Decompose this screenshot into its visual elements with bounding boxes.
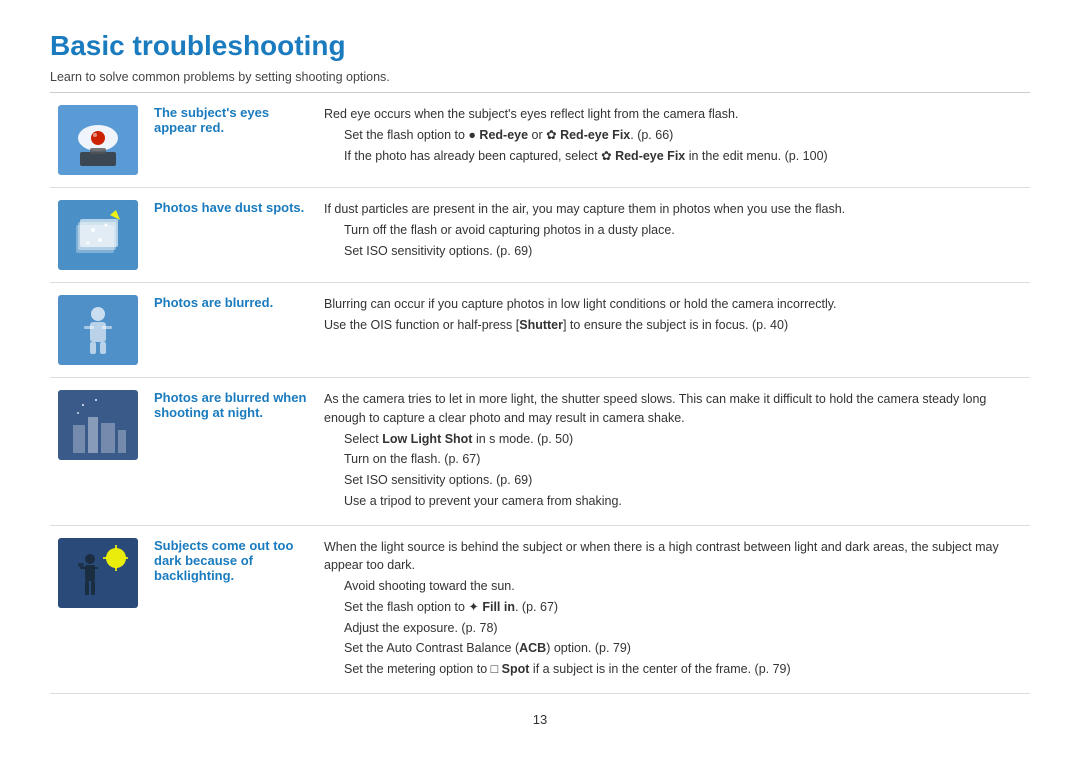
table-row: Photos have dust spots.If dust particles…	[50, 188, 1030, 283]
table-row: Photos are blurred.Blurring can occur if…	[50, 283, 1030, 378]
row-label-dust-spots: Photos have dust spots.	[146, 188, 316, 283]
row-desc-backlight: When the light source is behind the subj…	[316, 525, 1030, 693]
page-number: 13	[50, 712, 1030, 727]
troubleshooting-table: The subject's eyes appear red.Red eye oc…	[50, 93, 1030, 694]
row-image-red-eye	[50, 93, 146, 188]
row-label-blurred: Photos are blurred.	[146, 283, 316, 378]
row-desc-blurred: Blurring can occur if you capture photos…	[316, 283, 1030, 378]
row-label-blurred-night: Photos are blurred when shooting at nigh…	[146, 378, 316, 526]
row-desc-red-eye: Red eye occurs when the subject's eyes r…	[316, 93, 1030, 188]
row-image-blurred	[50, 283, 146, 378]
row-image-dust-spots	[50, 188, 146, 283]
row-desc-blurred-night: As the camera tries to let in more light…	[316, 378, 1030, 526]
row-image-backlight	[50, 525, 146, 693]
row-label-backlight: Subjects come out too dark because of ba…	[146, 525, 316, 693]
table-row: Photos are blurred when shooting at nigh…	[50, 378, 1030, 526]
row-desc-dust-spots: If dust particles are present in the air…	[316, 188, 1030, 283]
page-subtitle: Learn to solve common problems by settin…	[50, 70, 1030, 93]
page-title: Basic troubleshooting	[50, 30, 1030, 62]
table-row: The subject's eyes appear red.Red eye oc…	[50, 93, 1030, 188]
table-row: Subjects come out too dark because of ba…	[50, 525, 1030, 693]
row-label-red-eye: The subject's eyes appear red.	[146, 93, 316, 188]
row-image-blurred-night	[50, 378, 146, 526]
